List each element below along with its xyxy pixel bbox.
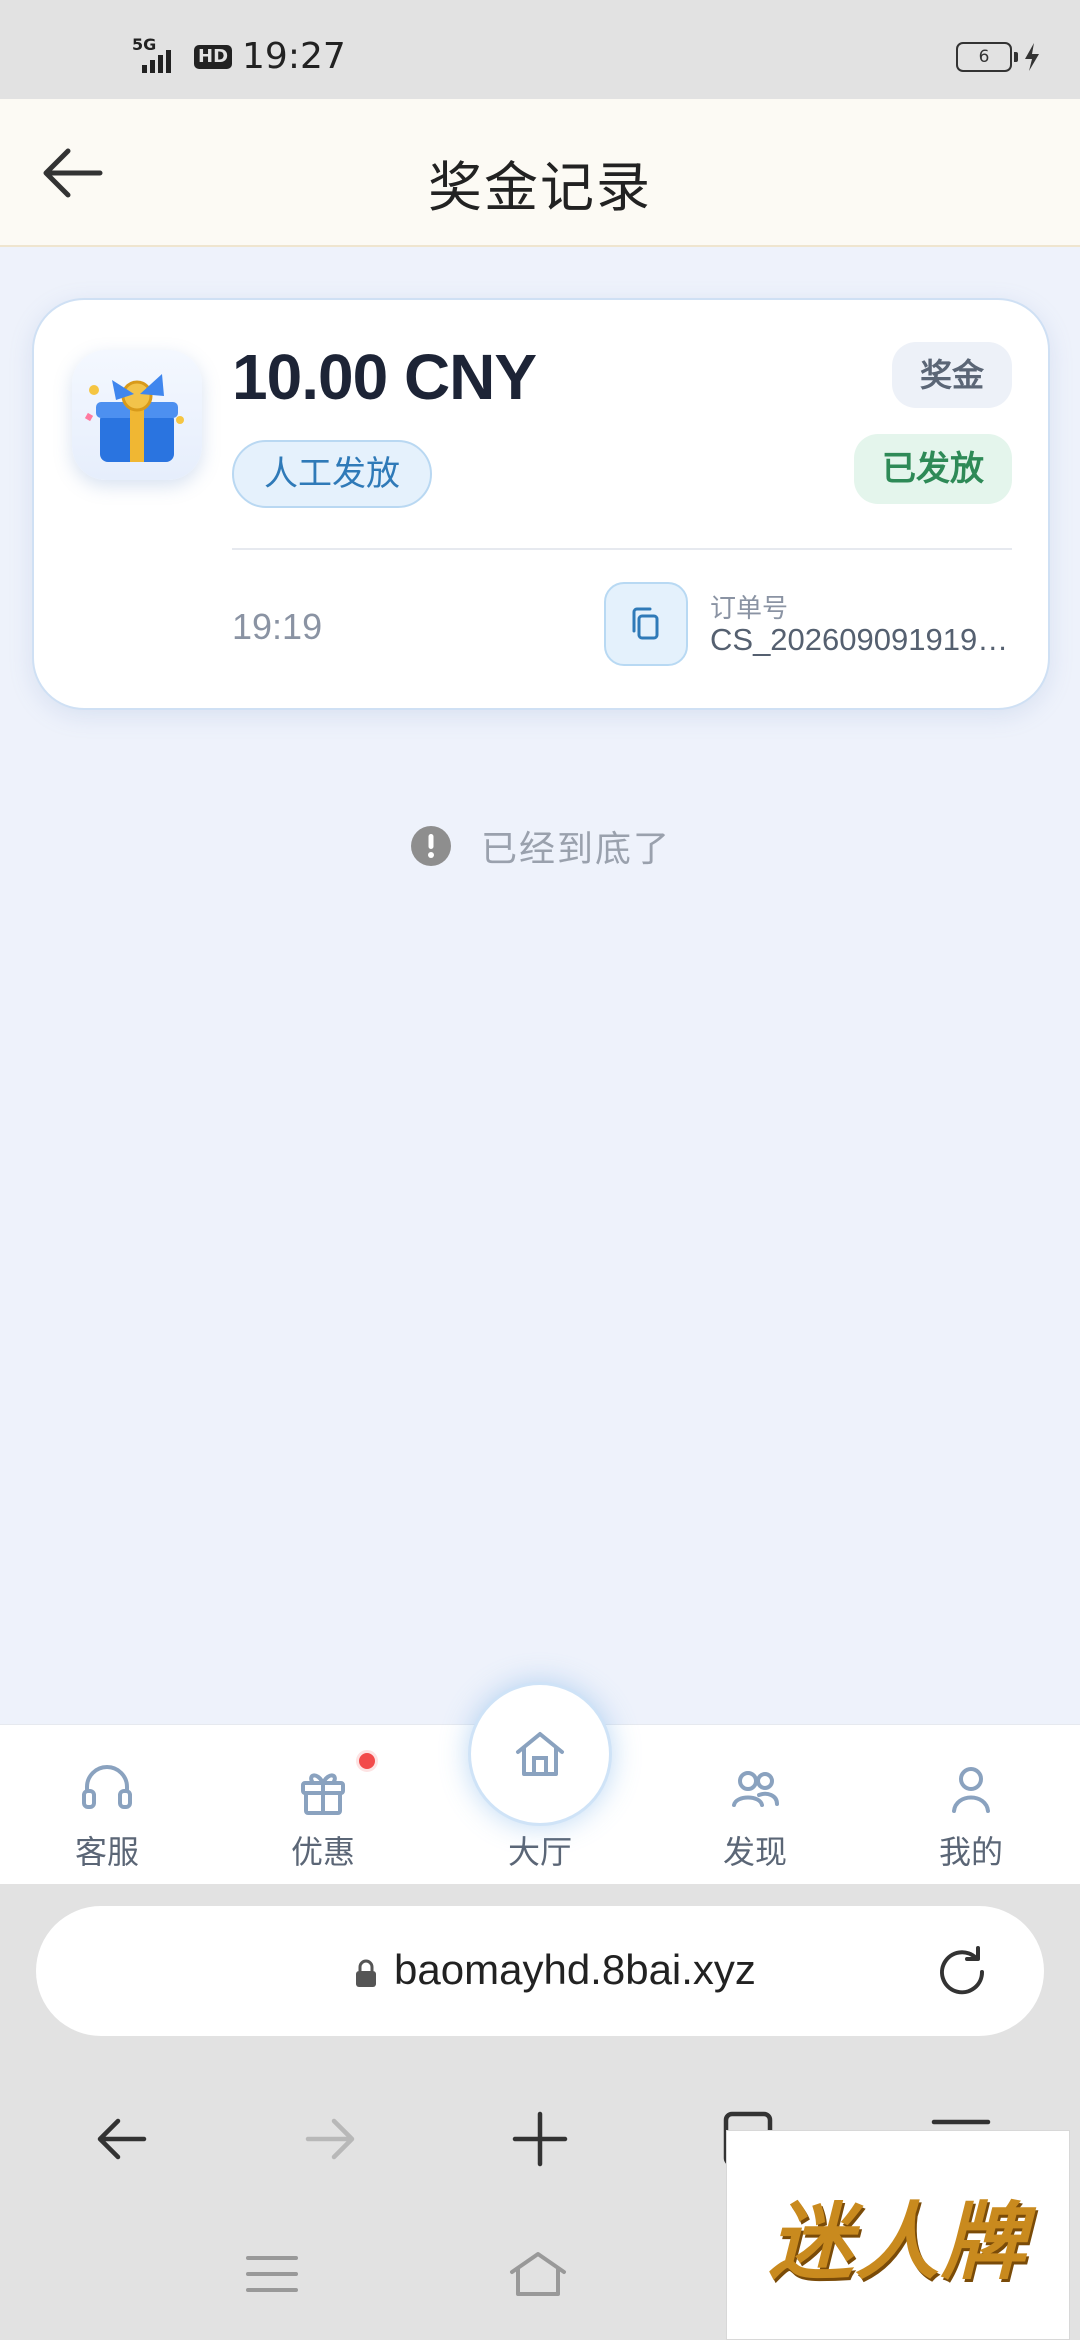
signal-icon: 5G xyxy=(132,35,184,77)
divider xyxy=(232,548,1012,550)
copy-icon xyxy=(632,607,659,640)
browser-back-icon[interactable] xyxy=(86,2104,156,2174)
nav-label: 客服 xyxy=(74,1834,139,1870)
bonus-record-card: 10.00 CNY 人工发放 奖金 已发放 19:19 订单号 CS_20260… xyxy=(32,298,1050,710)
address-bar[interactable]: baomayhd.8bai.xyz xyxy=(36,1906,1044,2036)
bonus-amount: 10.00 CNY xyxy=(232,341,537,413)
content-background xyxy=(0,940,1080,1725)
browser-forward-icon[interactable] xyxy=(296,2104,366,2174)
end-of-list: 已经到底了 xyxy=(0,820,1080,872)
page-title: 奖金记录 xyxy=(428,158,652,218)
home-icon xyxy=(516,1732,564,1776)
system-menu-icon[interactable] xyxy=(242,2244,302,2304)
status-time: 19:27 xyxy=(242,36,346,77)
watermark-text: 迷人牌 xyxy=(768,2191,1027,2291)
page-header: 奖金记录 xyxy=(0,99,1080,247)
hall-home-button[interactable] xyxy=(468,1682,612,1826)
url-text: baomayhd.8bai.xyz xyxy=(394,1946,756,1993)
status-badge: 已发放 xyxy=(854,434,1012,504)
nav-label: 发现 xyxy=(722,1834,787,1870)
nav-item-promotions[interactable]: 优惠 xyxy=(238,1725,408,1885)
hd-badge: HD xyxy=(194,44,233,69)
battery-icon: 6 xyxy=(956,42,1018,72)
distribution-method-tag: 人工发放 xyxy=(232,440,432,508)
nav-item-customer-service[interactable]: 客服 xyxy=(22,1725,192,1885)
promo-notification-dot xyxy=(356,1750,378,1772)
charging-icon xyxy=(1025,43,1039,71)
order-number-label: 订单号 xyxy=(710,593,789,623)
gift-box-icon xyxy=(72,350,202,480)
copy-order-button[interactable] xyxy=(604,582,688,666)
status-left: 5G HD 19:27 xyxy=(132,35,346,78)
order-number: CS_202609091919… xyxy=(710,622,1009,657)
system-home-icon[interactable] xyxy=(508,2244,568,2304)
user-icon xyxy=(952,1767,990,1813)
nav-label: 大厅 xyxy=(507,1834,572,1870)
gift-icon xyxy=(301,1773,345,1815)
end-of-list-text: 已经到底了 xyxy=(480,828,671,869)
info-icon xyxy=(410,826,451,866)
new-tab-icon[interactable] xyxy=(505,2104,575,2174)
nav-item-mine[interactable]: 我的 xyxy=(886,1725,1056,1885)
status-bar: 5G HD 19:27 6 xyxy=(0,0,1080,99)
nav-item-discover[interactable]: 发现 xyxy=(670,1725,840,1885)
bonus-type-tag: 奖金 xyxy=(891,342,1012,408)
status-right: 6 xyxy=(956,42,1042,72)
people-icon xyxy=(732,1771,779,1807)
nav-label: 我的 xyxy=(938,1834,1003,1870)
battery-level: 6 xyxy=(978,47,990,67)
watermark-logo: 迷人牌 xyxy=(726,2130,1070,2340)
nav-label: 优惠 xyxy=(290,1834,355,1870)
record-time: 19:19 xyxy=(232,606,323,647)
reload-icon[interactable] xyxy=(932,1942,992,2002)
headset-icon xyxy=(82,1765,132,1809)
